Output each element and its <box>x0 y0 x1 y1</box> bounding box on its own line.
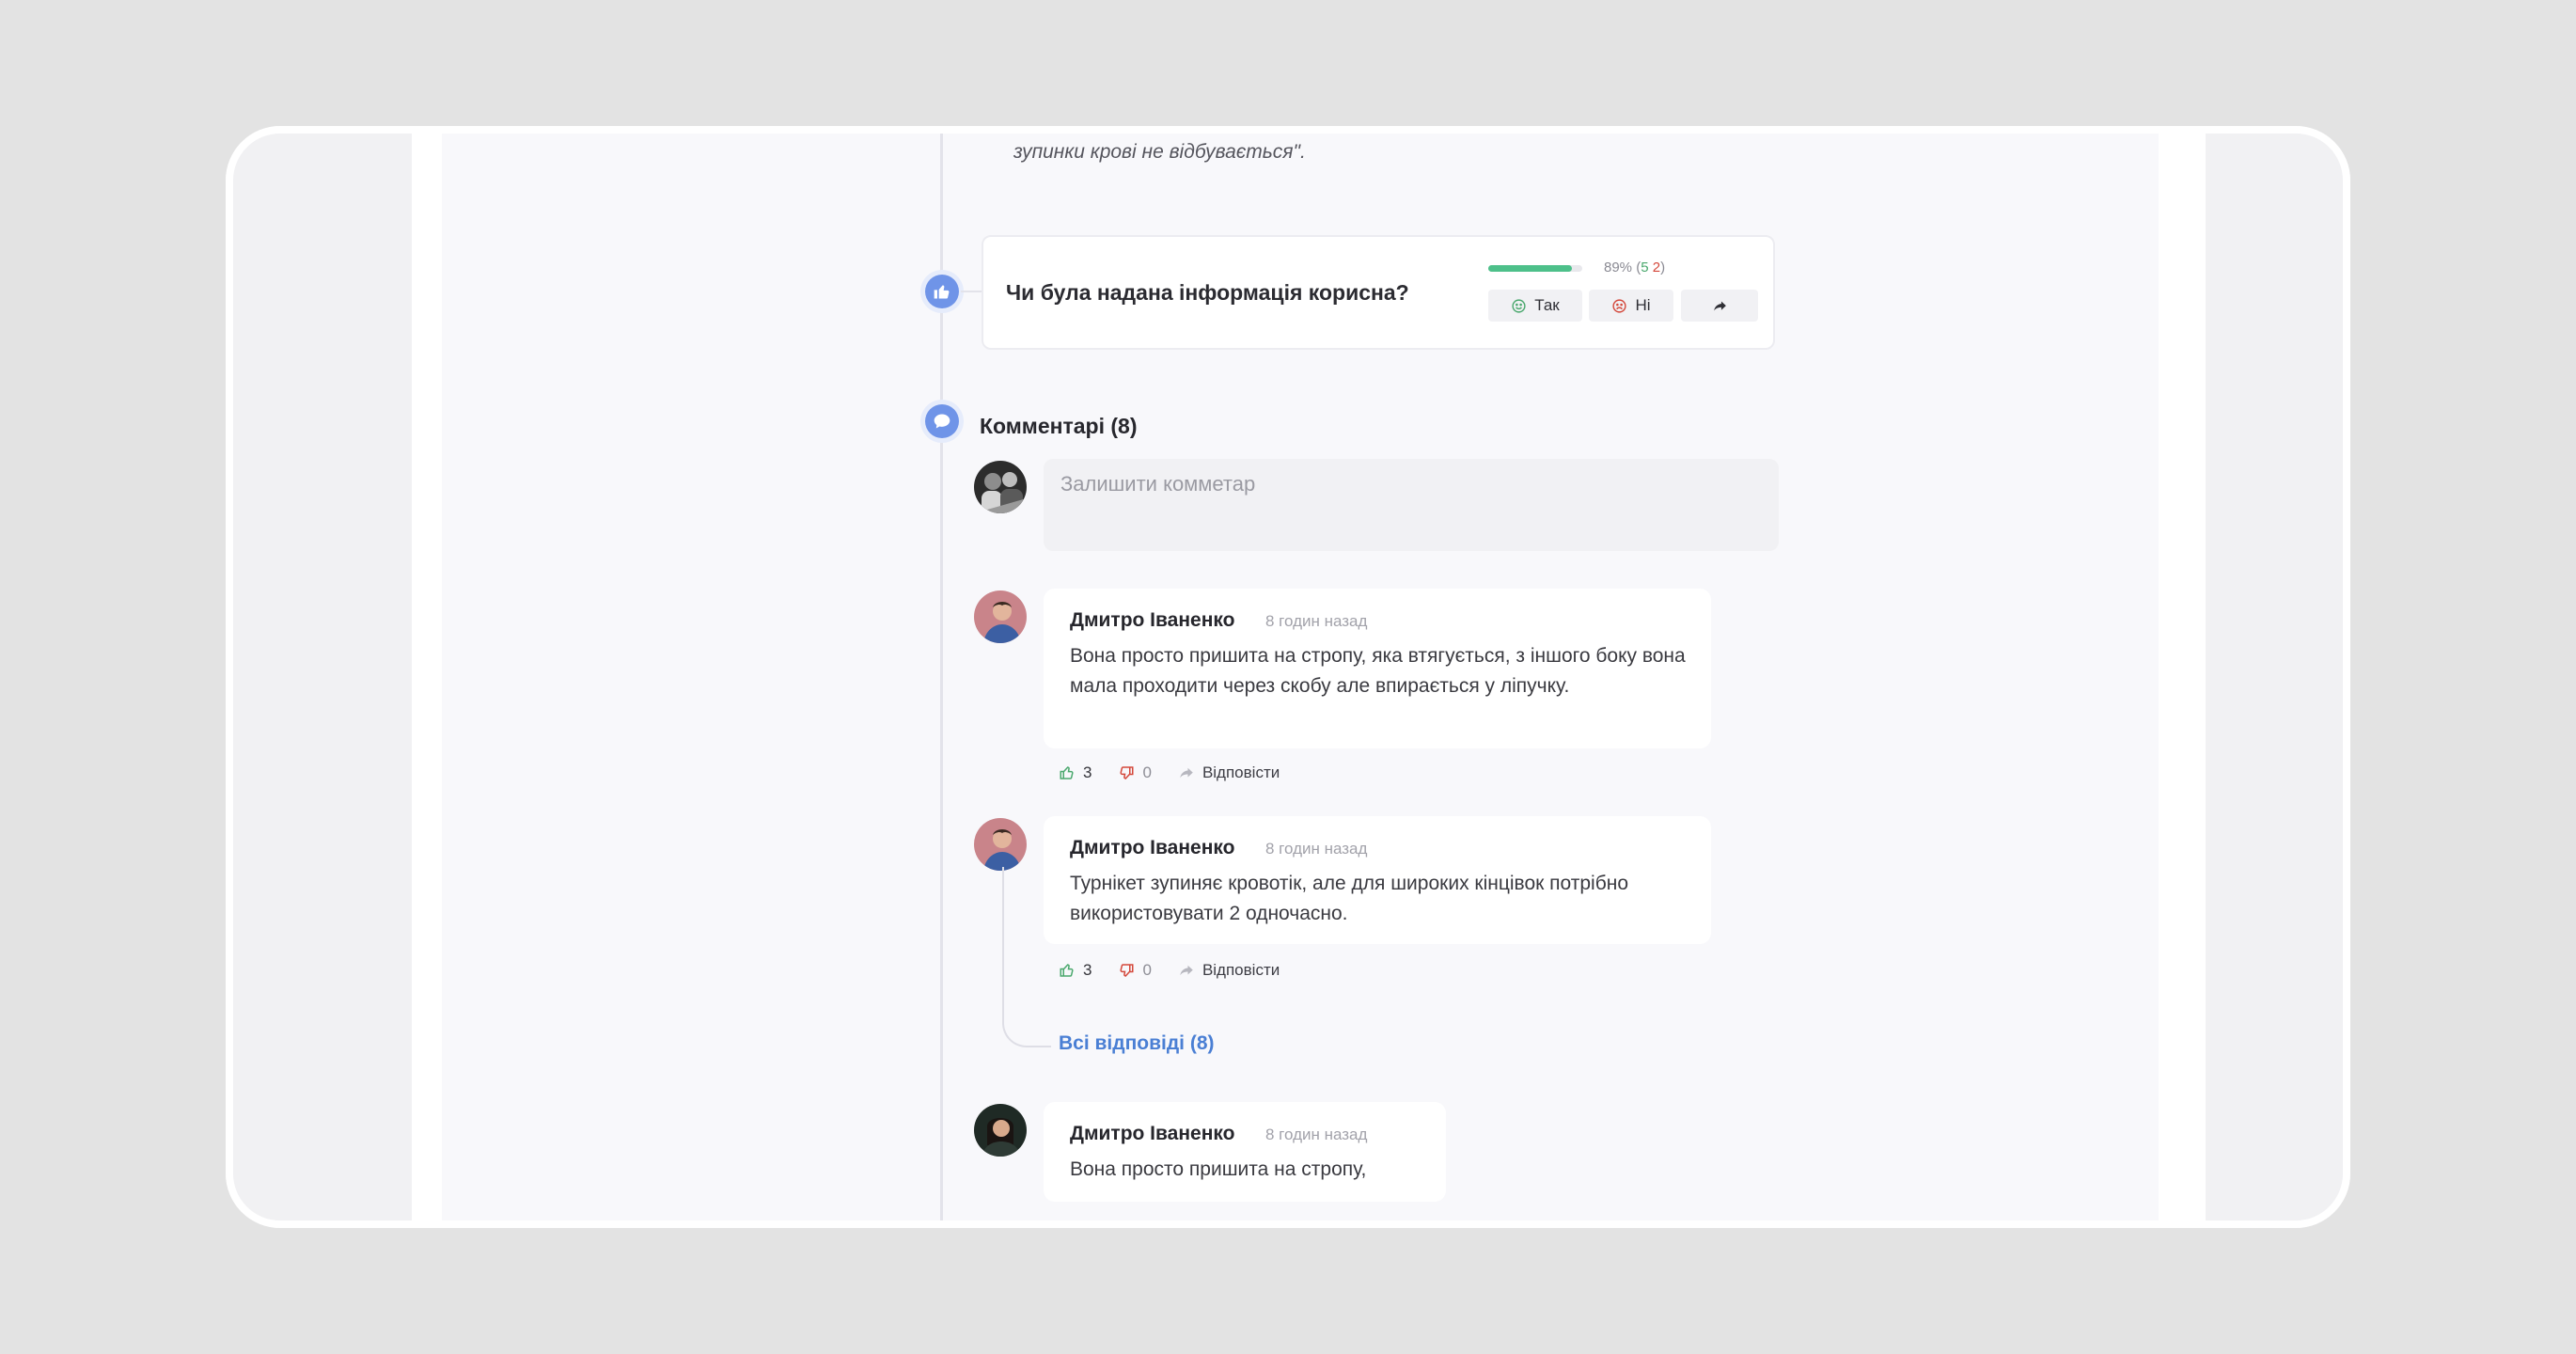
quote-text: зупинки крові не відбувається". <box>1013 141 1306 163</box>
dislike-count: 0 <box>1142 764 1152 781</box>
comment-author[interactable]: Дмитро Іваненко <box>1070 609 1234 632</box>
comments-title: Комментарі (8) <box>980 414 1138 438</box>
all-replies-link[interactable]: Всі відповіді (8) <box>1059 1032 1215 1055</box>
feedback-progress-bar <box>1488 265 1582 272</box>
comments-node-icon <box>925 404 959 438</box>
feedback-yes-count: 5 <box>1641 260 1649 276</box>
dislike-button[interactable]: 0 <box>1118 764 1152 782</box>
thumbs-down-outline-icon <box>1120 964 1134 977</box>
thumbs-up-outline-icon <box>1060 964 1074 977</box>
comment-card: Дмитро Іваненко 8 годин назад Турнікет з… <box>1044 816 1711 944</box>
feedback-connector <box>961 291 982 292</box>
feedback-yes-button[interactable]: Так <box>1488 290 1582 322</box>
dislike-count: 0 <box>1142 961 1152 979</box>
reply-arrow-icon <box>1180 767 1193 779</box>
like-button[interactable]: 3 <box>1059 961 1092 980</box>
feedback-no-button[interactable]: Ні <box>1589 290 1673 322</box>
dislike-button[interactable]: 0 <box>1118 961 1152 980</box>
comment-card: Дмитро Іваненко 8 годин назад Вона прост… <box>1044 1102 1446 1202</box>
feedback-stats: 89% (5 2) <box>1604 260 1665 276</box>
avatar[interactable] <box>974 1104 1027 1157</box>
feedback-separator-end: ) <box>1660 260 1666 276</box>
reply-arrow-icon <box>1180 965 1193 976</box>
comment-card: Дмитро Іваненко 8 годин назад Вона прост… <box>1044 589 1711 748</box>
comment-text: Вона просто пришита на стропу, <box>1070 1158 1367 1180</box>
thumbs-up-outline-icon <box>1060 766 1074 779</box>
comment-time: 8 годин назад <box>1265 612 1368 630</box>
feedback-yes-label: Так <box>1534 296 1560 314</box>
comment-author[interactable]: Дмитро Іваненко <box>1070 837 1234 859</box>
feedback-no-label: Ні <box>1635 296 1651 314</box>
browser-frame: ………………………………………………………………………………… зупинки … <box>226 126 2350 1228</box>
feedback-no-count: 2 <box>1652 260 1661 276</box>
comment-actions: 3 0 Відповісти <box>1059 764 1306 782</box>
like-button[interactable]: 3 <box>1059 764 1092 782</box>
comment-time: 8 годин назад <box>1265 840 1368 858</box>
like-count: 3 <box>1083 764 1092 781</box>
article-content: ………………………………………………………………………………… зупинки … <box>442 134 2159 1220</box>
reply-label: Відповісти <box>1202 764 1280 781</box>
comment-input[interactable] <box>1044 459 1779 551</box>
feedback-progress-fill <box>1488 265 1572 272</box>
feedback-question: Чи була надана інформація корисна? <box>1006 280 1409 305</box>
reply-button[interactable]: Відповісти <box>1178 961 1280 980</box>
comment-time: 8 годин назад <box>1265 1126 1368 1143</box>
current-user-avatar <box>974 461 1027 513</box>
thumbs-down-outline-icon <box>1120 766 1134 779</box>
feedback-card: Чи була надана інформація корисна? 89% (… <box>982 235 1775 350</box>
share-arrow-icon <box>1713 301 1726 310</box>
avatar[interactable] <box>974 818 1027 871</box>
viewport: ………………………………………………………………………………… зупинки … <box>233 134 2343 1220</box>
comment-actions: 3 0 Відповісти <box>1059 961 1306 980</box>
comment-author[interactable]: Дмитро Іваненко <box>1070 1123 1234 1145</box>
thread-connector <box>1002 867 1051 1047</box>
frown-icon <box>1612 298 1627 313</box>
comment-text: Турнікет зупиняє кровотік, але для широк… <box>1070 873 1629 924</box>
feedback-percent: 89% <box>1604 260 1633 276</box>
reply-label: Відповісти <box>1202 961 1280 979</box>
reply-button[interactable]: Відповісти <box>1178 764 1280 782</box>
smile-icon <box>1512 298 1526 313</box>
feedback-node-icon <box>925 275 959 308</box>
like-count: 3 <box>1083 961 1092 979</box>
share-button[interactable] <box>1681 290 1758 322</box>
avatar[interactable] <box>974 590 1027 643</box>
comment-text: Вона просто пришита на стропу, яка втягу… <box>1070 645 1686 697</box>
